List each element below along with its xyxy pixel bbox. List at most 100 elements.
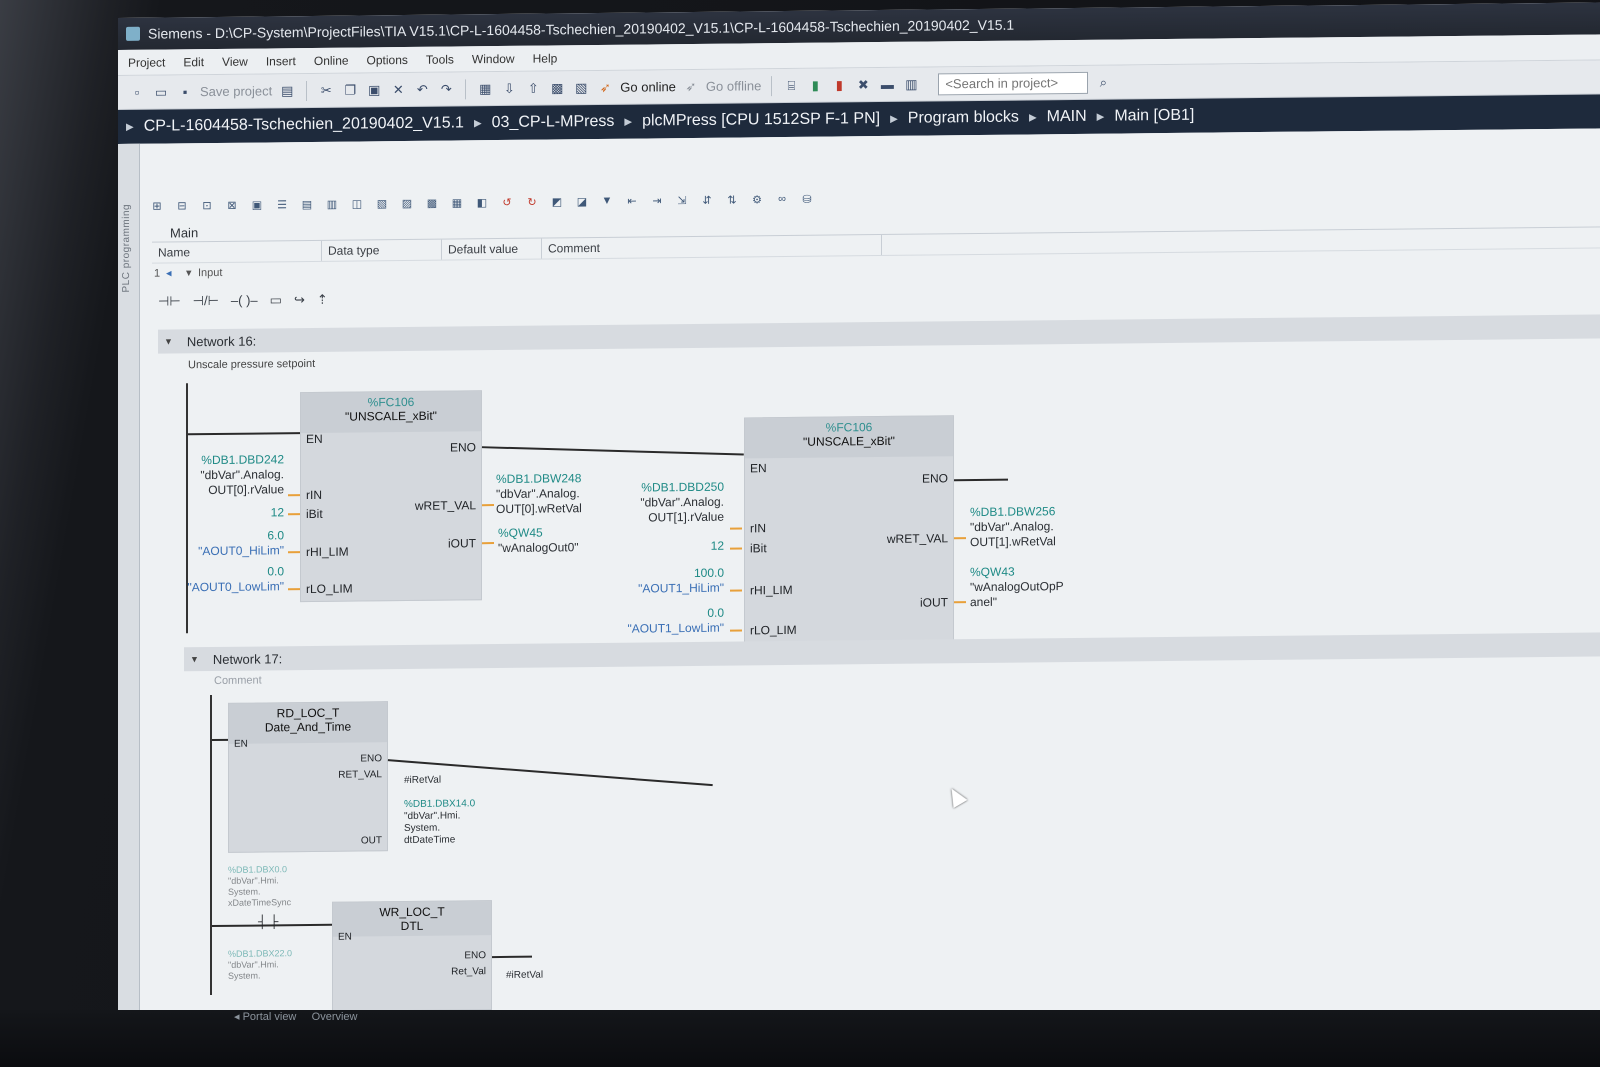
favorites-icon[interactable]: ▧ (373, 194, 391, 212)
operand-iout[interactable]: %QW43 "wAnalogOutOpP anel" (970, 564, 1064, 610)
menu-online[interactable]: Online (314, 53, 349, 67)
zoom-icon[interactable]: ▦ (448, 193, 466, 211)
network-16-header[interactable]: ▼ Network 16: (158, 314, 1600, 354)
database-icon[interactable]: ⛁ (798, 190, 816, 208)
accessible-devices-icon[interactable]: ⌸ (782, 76, 800, 94)
overview-label[interactable]: Overview (312, 1011, 358, 1023)
monitor-icon[interactable]: ◧ (473, 193, 491, 211)
menu-tools[interactable]: Tools (426, 52, 454, 66)
startup-values-icon[interactable]: ▼ (598, 192, 616, 210)
stop-cpu-icon[interactable]: ▮ (830, 76, 848, 94)
redo-icon[interactable]: ↷ (437, 80, 455, 98)
operand-iout[interactable]: %QW45 "wAnalogOut0" (498, 525, 579, 556)
operand-wret-val[interactable]: %DB1.DBW248 "dbVar".Analog. OUT[0].wRetV… (496, 471, 582, 517)
tag-info-icon[interactable]: ▩ (423, 194, 441, 212)
collapse-all-icon[interactable]: ▤ (298, 195, 316, 213)
col-data-type[interactable]: Data type (322, 239, 442, 261)
search-project-icon[interactable]: ⌕ (1094, 73, 1112, 91)
breadcrumb-main-folder[interactable]: MAIN (1047, 108, 1087, 126)
go-online-icon[interactable]: ➶ (596, 78, 614, 96)
cross-reference-icon[interactable]: ✖ (854, 76, 872, 94)
operand-ibit[interactable]: 12 (218, 505, 284, 521)
menu-project[interactable]: Project (128, 55, 165, 69)
go-offline-button[interactable]: Go offline (706, 78, 761, 94)
operand-wr-input[interactable]: %DB1.DBX22.0 "dbVar".Hmi. System. (228, 948, 292, 982)
network-comment[interactable]: Unscale pressure setpoint (188, 358, 315, 371)
call-hierarchy-icon[interactable]: ⚙ (748, 190, 766, 208)
split-horizontal-icon[interactable]: ▬ (878, 75, 896, 93)
col-default-value[interactable]: Default value (442, 238, 542, 260)
close-branch-icon[interactable]: ⇡ (317, 292, 328, 308)
go-online-button[interactable]: Go online (620, 79, 676, 95)
monitoring-on-icon[interactable]: ⇵ (698, 191, 716, 209)
operand-contact[interactable]: %DB1.DBX0.0 "dbVar".Hmi. System. xDateTi… (228, 864, 291, 909)
comments-icon[interactable]: ◫ (348, 194, 366, 212)
col-name[interactable]: Name (152, 240, 322, 263)
monitoring-off-icon[interactable]: ⇅ (723, 190, 741, 208)
breadcrumb-main-ob1[interactable]: Main [OB1] (1114, 107, 1194, 126)
network-comment[interactable]: Comment (214, 674, 262, 686)
operand-rin[interactable]: %DB1.DBD250 "dbVar".Analog. OUT[1].rValu… (618, 480, 724, 526)
append-row-icon[interactable]: ⊠ (223, 196, 241, 214)
paste-icon[interactable]: ▣ (365, 81, 383, 99)
upload-icon[interactable]: ⇧ (524, 79, 542, 97)
collapse-triangle-icon[interactable]: ▼ (164, 336, 173, 346)
nc-contact-icon[interactable]: ⊣/⊢ (193, 293, 219, 309)
operand-ret-val[interactable]: #iRetVal (506, 968, 543, 983)
absolute-operands-icon[interactable]: ▥ (323, 195, 341, 213)
operand-wret-val[interactable]: %DB1.DBW256 "dbVar".Analog. OUT[1].wRetV… (970, 504, 1056, 550)
breadcrumb-program-blocks[interactable]: Program blocks (908, 109, 1019, 128)
previous-error-icon[interactable]: ↻ (523, 193, 541, 211)
operand-rhi-lim[interactable]: 100.0 "AOUT1_HiLim" (614, 566, 724, 597)
undo-icon[interactable]: ↶ (413, 80, 431, 98)
block-properties-icon[interactable]: ▣ (248, 195, 266, 213)
operand-rlo-lim[interactable]: 0.0 "AOUT0_LowLim" (174, 564, 284, 595)
load-snapshot-icon[interactable]: ◪ (573, 192, 591, 210)
next-instruction-icon[interactable]: ⇥ (648, 191, 666, 209)
split-vertical-icon[interactable]: ▥ (902, 75, 920, 93)
cut-icon[interactable]: ✂ (317, 81, 335, 99)
col-comment[interactable]: Comment (542, 234, 882, 259)
menu-options[interactable]: Options (367, 52, 408, 66)
plc-programming-side-tab[interactable]: PLC programming (118, 143, 140, 1067)
breadcrumb-station[interactable]: 03_CP-L-MPress (492, 113, 615, 132)
network-comments-icon[interactable]: ▨ (398, 194, 416, 212)
branch-icon[interactable]: ⇲ (673, 191, 691, 209)
compile-icon[interactable]: ▦ (476, 80, 494, 98)
start-simulation-icon[interactable]: ▧ (572, 79, 590, 97)
empty-box-icon[interactable]: ▭ (270, 292, 282, 308)
search-input[interactable] (938, 71, 1089, 95)
operand-ret-val[interactable]: #iRetVal (404, 773, 441, 788)
portal-view-button[interactable]: ◂ Portal view Overview (234, 1010, 358, 1023)
menu-window[interactable]: Window (472, 51, 515, 65)
save-project-button[interactable]: Save project (200, 83, 272, 99)
operand-ibit[interactable]: 12 (658, 539, 724, 555)
copy-icon[interactable]: ❐ (341, 81, 359, 99)
operand-rhi-lim[interactable]: 6.0 "AOUT0_HiLim" (178, 528, 284, 559)
save-icon[interactable]: ▪ (176, 83, 194, 101)
watch-table-icon[interactable]: ∞ (773, 190, 791, 208)
no-contact-icon[interactable]: ⊣⊢ (158, 293, 181, 309)
simulation-icon[interactable]: ▩ (548, 79, 566, 97)
start-cpu-icon[interactable]: ▮ (806, 76, 824, 94)
insert-network-icon[interactable]: ⊞ (148, 196, 166, 214)
download-icon[interactable]: ⇩ (500, 79, 518, 97)
open-project-icon[interactable]: ▭ (152, 83, 170, 101)
expand-triangle-icon[interactable]: ▾ (186, 266, 198, 279)
open-block-icon[interactable]: ⇤ (623, 192, 641, 210)
coil-icon[interactable]: –( )– (231, 293, 258, 309)
menu-view[interactable]: View (222, 54, 248, 68)
insert-row-icon[interactable]: ⊡ (198, 196, 216, 214)
breadcrumb-arrow-icon[interactable]: ▶ (126, 121, 134, 132)
delete-icon[interactable]: ✕ (389, 80, 407, 98)
open-branch-icon[interactable]: ↪ (294, 292, 305, 308)
menu-insert[interactable]: Insert (266, 54, 296, 68)
menu-edit[interactable]: Edit (183, 55, 204, 69)
operand-rlo-lim[interactable]: 0.0 "AOUT1_LowLim" (608, 606, 724, 637)
operand-rin[interactable]: %DB1.DBD242 "dbVar".Analog. OUT[0].rValu… (180, 452, 284, 498)
expand-all-icon[interactable]: ☰ (273, 195, 291, 213)
delete-network-icon[interactable]: ⊟ (173, 196, 191, 214)
function-block-unscale-1[interactable]: %FC106 "UNSCALE_xBit" (300, 390, 482, 603)
print-icon[interactable]: ▤ (278, 82, 296, 100)
collapse-triangle-icon[interactable]: ▼ (190, 654, 199, 664)
